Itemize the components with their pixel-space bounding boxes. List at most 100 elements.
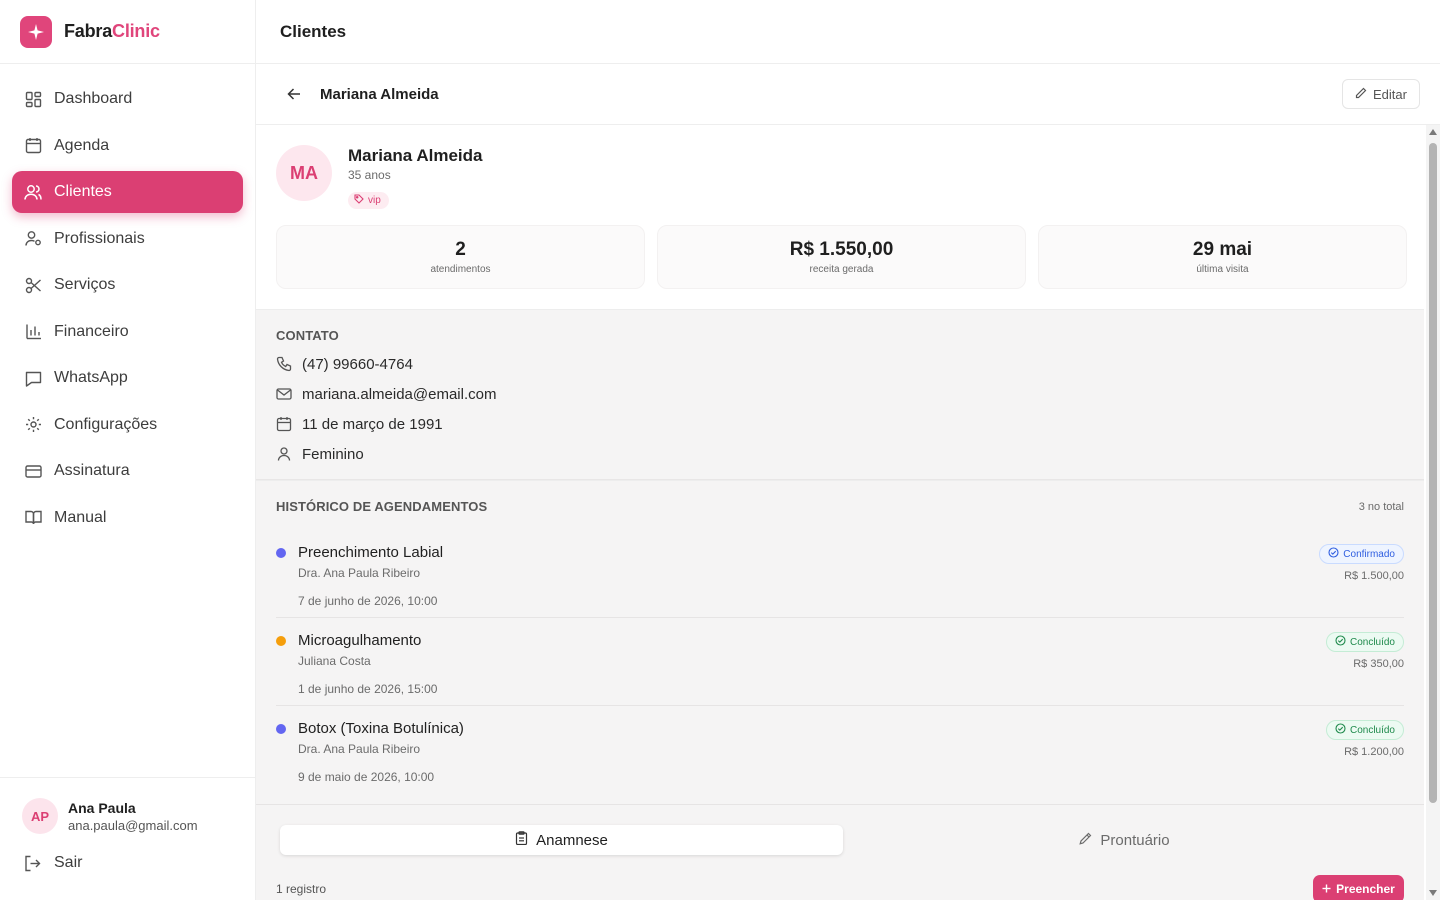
fill-label: Preencher <box>1336 882 1395 896</box>
records-section: Anamnese Prontuário 1 registro Preencher <box>256 804 1424 900</box>
user-icon <box>276 446 292 462</box>
sidebar-item-assinatura[interactable]: Assinatura <box>12 450 243 492</box>
gear-icon <box>24 416 42 434</box>
client-stats: 2 atendimentos R$ 1.550,00 receita gerad… <box>276 225 1407 289</box>
appointment-item[interactable]: Microagulhamento Juliana Costa 1 de junh… <box>276 618 1404 706</box>
sidebar-item-label: Serviços <box>54 276 116 293</box>
appointment-list: Preenchimento Labial Dra. Ana Paula Ribe… <box>276 530 1404 794</box>
check-circle-icon <box>1335 723 1346 737</box>
status-label: Concluído <box>1349 636 1395 648</box>
tab-label: Prontuário <box>1100 831 1170 849</box>
client-age: 35 anos <box>348 168 391 182</box>
check-circle-icon <box>1335 635 1346 649</box>
appointment-date: 9 de maio de 2026, 10:00 <box>298 770 435 784</box>
calendar-icon <box>24 137 42 155</box>
appointment-history: HISTÓRICO DE AGENDAMENTOS 3 no total Pre… <box>256 480 1424 804</box>
client-tag[interactable]: vip <box>348 192 389 209</box>
logout-icon <box>24 854 42 872</box>
status-dot <box>276 724 286 734</box>
back-button[interactable] <box>284 84 304 104</box>
status-dot <box>276 636 286 646</box>
plus-icon <box>1322 882 1331 896</box>
sidebar-item-label: Agenda <box>54 136 110 154</box>
top-header: Clientes <box>256 0 1440 64</box>
client-profile: MA Mariana Almeida 35 anos vip 2 atendim… <box>256 125 1424 309</box>
sidebar-item-label: Financeiro <box>54 322 129 340</box>
phone-icon <box>276 356 292 372</box>
sidebar-item-agenda[interactable]: Agenda <box>12 125 243 167</box>
history-count: 3 no total <box>1358 500 1404 513</box>
appointment-item[interactable]: Preenchimento Labial Dra. Ana Paula Ribe… <box>276 530 1404 618</box>
contact-birthdate: 11 de março de 1991 <box>276 409 1404 439</box>
stat-card-last-visit: 29 mai última visita <box>1038 225 1407 289</box>
sidebar-item-whatsapp[interactable]: WhatsApp <box>12 357 243 399</box>
contact-value: 11 de março de 1991 <box>302 415 443 433</box>
status-label: Concluído <box>1349 724 1395 736</box>
scrollbar[interactable] <box>1426 125 1440 900</box>
sidebar: FabraClinic Dashboard Agenda Clientes Pr… <box>0 0 256 900</box>
tag-icon <box>354 194 364 207</box>
tag-label: vip <box>368 195 381 206</box>
tab-label: Anamnese <box>536 831 608 849</box>
credit-card-icon <box>24 462 42 480</box>
sidebar-item-financeiro[interactable]: Financeiro <box>12 311 243 353</box>
dashboard-icon <box>24 90 42 108</box>
users-icon <box>24 183 42 201</box>
brand-logo-icon <box>20 15 52 48</box>
contact-phone[interactable]: (47) 99660-4764 <box>276 349 1404 379</box>
logout-button[interactable]: Sair <box>0 834 255 872</box>
stat-label: atendimentos <box>430 264 491 275</box>
status-dot <box>276 548 286 558</box>
contact-gender: Feminino <box>276 439 1404 469</box>
appointment-item[interactable]: Botox (Toxina Botulínica) Dra. Ana Paula… <box>276 706 1404 794</box>
scroll-down-icon[interactable] <box>1429 890 1437 896</box>
sidebar-item-manual[interactable]: Manual <box>12 497 243 539</box>
brand[interactable]: FabraClinic <box>0 0 255 64</box>
page-title: Clientes <box>280 21 347 41</box>
tab-anamnese[interactable]: Anamnese <box>280 825 843 855</box>
user-profile[interactable]: AP Ana Paula ana.paula@gmail.com <box>0 778 255 834</box>
scroll-up-icon[interactable] <box>1429 129 1437 135</box>
sidebar-item-configuracoes[interactable]: Configurações <box>12 404 243 446</box>
tab-prontuario[interactable]: Prontuário <box>843 825 1406 855</box>
stat-value: 29 mai <box>1192 239 1253 260</box>
sidebar-item-clientes[interactable]: Clientes <box>12 171 243 213</box>
contact-section: CONTATO (47) 99660-4764 mariana.almeida@… <box>256 309 1424 480</box>
user-name: Ana Paula <box>68 799 136 816</box>
arrow-left-icon <box>287 88 300 100</box>
mail-icon <box>276 386 292 402</box>
sidebar-item-label: Profissionais <box>54 229 145 247</box>
sidebar-item-servicos[interactable]: Serviços <box>12 264 243 306</box>
sidebar-item-label: WhatsApp <box>54 369 128 386</box>
user-email: ana.paula@gmail.com <box>68 817 198 833</box>
status-badge: Concluído <box>1325 720 1404 740</box>
stat-value: 2 <box>455 239 466 260</box>
stat-card-appointments: 2 atendimentos <box>276 225 645 289</box>
client-header-name: Mariana Almeida <box>320 85 439 103</box>
fill-button[interactable]: Preencher <box>1313 875 1404 900</box>
scroll-thumb[interactable] <box>1429 143 1437 803</box>
sidebar-item-dashboard[interactable]: Dashboard <box>12 78 243 120</box>
contact-value: (47) 99660-4764 <box>302 355 413 373</box>
appointment-price: R$ 1.200,00 <box>1344 746 1404 758</box>
stat-card-revenue: R$ 1.550,00 receita gerada <box>657 225 1026 289</box>
clipboard-icon <box>515 831 528 849</box>
check-circle-icon <box>1328 547 1339 561</box>
chat-icon <box>24 369 42 387</box>
contact-value: Feminino <box>302 445 364 463</box>
scissors-icon <box>24 276 42 294</box>
client-detail-content: MA Mariana Almeida 35 anos vip 2 atendim… <box>256 125 1424 900</box>
sidebar-item-profissionais[interactable]: Profissionais <box>12 218 243 260</box>
record-tabs: Anamnese Prontuário <box>280 825 1406 855</box>
status-label: Confirmado <box>1343 548 1395 560</box>
appointment-service: Microagulhamento <box>298 632 422 649</box>
client-subheader: Mariana Almeida Editar <box>256 64 1440 125</box>
edit-button[interactable]: Editar <box>1342 79 1420 109</box>
stat-label: receita gerada <box>809 264 874 275</box>
stat-label: última visita <box>1196 264 1249 275</box>
brand-name: FabraClinic <box>64 21 160 41</box>
stat-value: R$ 1.550,00 <box>789 239 894 260</box>
contact-email[interactable]: mariana.almeida@email.com <box>276 379 1404 409</box>
user-info: Ana Paula ana.paula@gmail.com <box>68 800 198 833</box>
appointment-date: 7 de junho de 2026, 10:00 <box>298 594 438 608</box>
